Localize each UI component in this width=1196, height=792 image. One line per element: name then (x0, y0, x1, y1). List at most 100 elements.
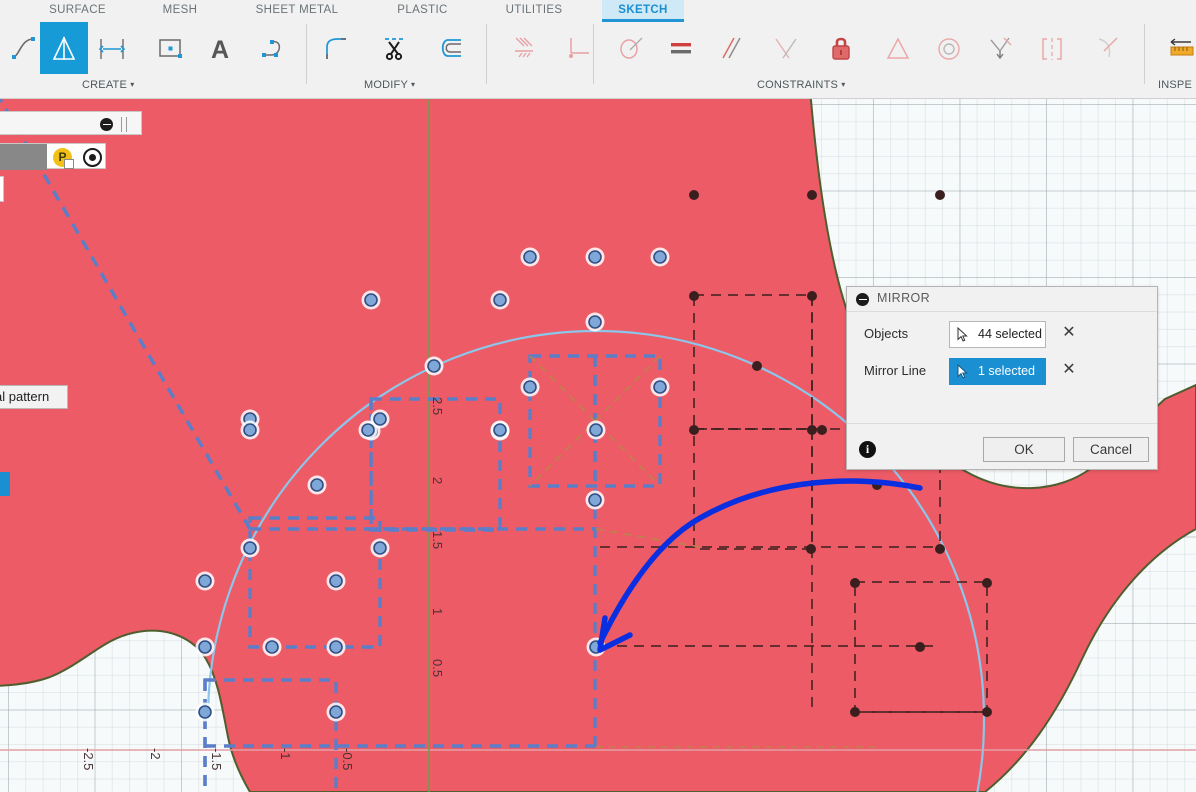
objects-label: Objects (864, 326, 909, 341)
text-icon[interactable]: A (196, 22, 244, 74)
sketch-point (243, 541, 257, 555)
trim-icon[interactable] (370, 22, 418, 74)
sketch-point (198, 705, 212, 719)
ok-button[interactable]: OK (983, 437, 1065, 462)
sketch-point (807, 190, 817, 200)
x-axis-tick-label: -0.5 (340, 748, 355, 771)
sketch-point (588, 250, 602, 264)
selected-list-item[interactable] (0, 472, 10, 496)
circular-pattern-icon[interactable] (146, 22, 194, 74)
sketch-point (588, 493, 602, 507)
ribbon-tab-row: SURFACE MESH SHEET METAL PLASTIC UTILITIES SK… (0, 0, 1196, 22)
y-axis-tick-label: 2 (430, 477, 445, 485)
collinear-constraint-icon[interactable] (657, 22, 705, 74)
toolbar-divider (486, 24, 487, 84)
midpoint-constraint-icon[interactable] (976, 22, 1024, 74)
mirror-line-label: Mirror Line (864, 363, 927, 378)
x-axis-tick-label: -1.5 (209, 748, 224, 771)
concentric-constraint-icon[interactable] (925, 22, 973, 74)
tab-sketch[interactable]: SKETCH (602, 0, 684, 22)
group-label-constraints[interactable]: CONSTRAINTS ▾ (757, 79, 846, 91)
objects-row: Objects 44 selected ✕ (847, 321, 1157, 349)
objects-selection-field[interactable]: 44 selected (949, 321, 1046, 348)
sketch-point (198, 574, 212, 588)
x-axis-tick-label: -1 (278, 748, 293, 760)
sketch-point (373, 541, 387, 555)
dialog-divider (847, 423, 1157, 424)
collapse-icon[interactable] (856, 293, 869, 306)
tab-mesh[interactable]: MESH (140, 0, 220, 22)
cursor-icon (957, 327, 968, 342)
browser-item-stub[interactable] (0, 176, 4, 202)
toolbar-divider (593, 24, 594, 84)
tooltip-label: al pattern (0, 385, 68, 409)
sketch-point (653, 380, 667, 394)
grip-icon[interactable] (121, 117, 127, 132)
fusion360-window: SURFACE MESH SHEET METAL PLASTIC UTILITIES SK… (0, 0, 1196, 792)
group-label-modify[interactable]: MODIFY ▾ (364, 79, 415, 91)
tab-sheet-metal[interactable]: SHEET METAL (232, 0, 362, 22)
sketch-point (329, 640, 343, 654)
browser-item-row[interactable]: ck v6 P (0, 143, 106, 170)
break-icon[interactable] (500, 22, 548, 74)
ribbon-icon-row: A (0, 22, 1196, 78)
toolbar-divider (1144, 24, 1145, 84)
sketch-point (589, 423, 603, 437)
cursor-icon (957, 364, 968, 379)
mirror-dialog-header: MIRROR (847, 287, 1157, 312)
fillet-icon[interactable] (313, 22, 361, 74)
toolbar-divider (306, 24, 307, 84)
sketch-point (198, 640, 212, 654)
y-axis-tick-label: 0.5 (430, 659, 445, 678)
mirror-line-clear-button[interactable]: ✕ (1060, 361, 1078, 379)
sketch-point (935, 190, 945, 200)
sketch-point (310, 478, 324, 492)
svg-text:A: A (211, 36, 229, 61)
tab-surface[interactable]: SURFACE (20, 0, 135, 22)
perpendicular-constraint-icon[interactable] (762, 22, 810, 74)
project-icon[interactable] (556, 22, 604, 74)
group-label-inspe: INSPE (1158, 79, 1193, 91)
sketch-point (689, 190, 699, 200)
sketch-point (752, 361, 762, 371)
rectangular-pattern-icon[interactable] (88, 22, 136, 74)
sketch-point (265, 640, 279, 654)
sketch-point (493, 293, 507, 307)
browser-panel-header[interactable] (0, 111, 142, 135)
sketch-point (982, 707, 992, 717)
group-label-create[interactable]: CREATE ▾ (82, 79, 134, 91)
sketch-point (588, 315, 602, 329)
arc-three-point-icon[interactable] (249, 22, 297, 74)
offset-icon[interactable] (426, 22, 474, 74)
mirror-dialog[interactable]: MIRROR Objects 44 selected ✕ Mirror Line… (846, 286, 1158, 470)
collapse-icon[interactable] (100, 118, 113, 131)
mirror-icon[interactable] (40, 22, 88, 74)
sketch-point (850, 578, 860, 588)
sketch-point (807, 291, 817, 301)
tab-utilities[interactable]: UTILITIES (488, 0, 580, 22)
mirror-line-row: Mirror Line 1 selected ✕ (847, 358, 1157, 386)
sketch-point (589, 640, 603, 654)
visibility-eye-icon[interactable] (83, 148, 102, 167)
tangent-constraint-icon[interactable] (874, 22, 922, 74)
sketch-point (523, 250, 537, 264)
sketch-point (329, 574, 343, 588)
curvature-constraint-icon[interactable] (1084, 22, 1132, 74)
y-axis-tick-label: 2.5 (430, 397, 445, 416)
coincident-constraint-icon[interactable] (608, 22, 656, 74)
sketch-point (807, 425, 817, 435)
sketch-point (243, 423, 257, 437)
browser-item-label[interactable]: ck v6 (0, 144, 47, 170)
mirror-line-selection-field[interactable]: 1 selected (949, 358, 1046, 385)
objects-clear-button[interactable]: ✕ (1060, 324, 1078, 342)
tab-plastic[interactable]: PLASTIC (375, 0, 470, 22)
cancel-button[interactable]: Cancel (1073, 437, 1149, 462)
symmetry-constraint-icon[interactable] (1028, 22, 1076, 74)
measure-icon[interactable] (1158, 22, 1196, 74)
info-icon[interactable]: i (859, 441, 876, 458)
objects-selection-value: 44 selected (978, 327, 1042, 341)
parallel-constraint-icon[interactable] (707, 22, 755, 74)
sketch-point (493, 423, 507, 437)
fix-unfix-constraint-icon[interactable] (817, 22, 865, 74)
sketch-point (689, 291, 699, 301)
